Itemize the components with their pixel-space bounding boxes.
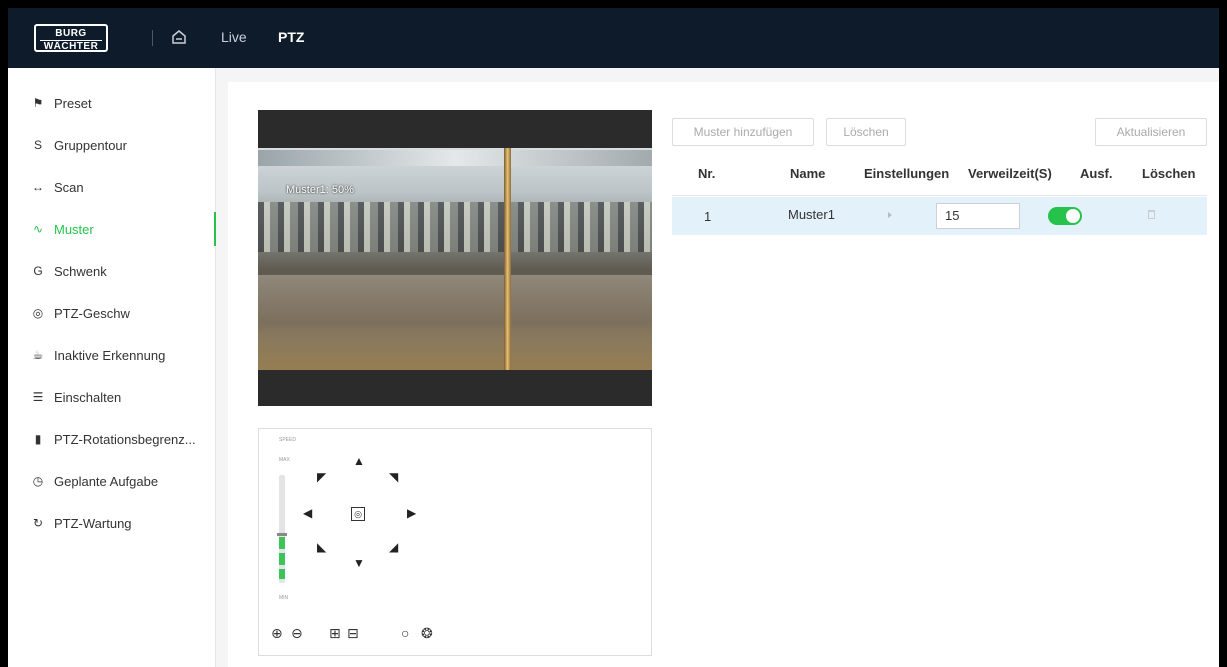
sidebar-item-label: Einschalten: [54, 389, 122, 405]
speed-fill-segment: [279, 553, 285, 565]
video-roof: [258, 150, 652, 166]
sidebar-item-label: PTZ-Wartung: [54, 515, 132, 531]
nav-ptz[interactable]: PTZ: [278, 29, 304, 45]
focus-near-icon[interactable]: ⊞: [329, 625, 341, 642]
zoom-out-icon[interactable]: ⊖: [291, 625, 303, 642]
sidebar-item-label: Scan: [54, 179, 84, 195]
arrow-up-icon[interactable]: ▲: [353, 455, 365, 467]
delete-row-icon[interactable]: [1148, 210, 1155, 219]
sidebar-item-scan[interactable]: ↔ Scan: [8, 166, 216, 208]
delete-button[interactable]: Löschen: [826, 118, 906, 146]
dwell-time-input[interactable]: 15: [936, 203, 1020, 229]
arrow-down-left-icon[interactable]: ◣: [317, 541, 326, 553]
sidebar-item-muster[interactable]: ∿ Muster: [8, 208, 216, 250]
rotation-limit-icon: ▮: [34, 432, 42, 446]
column-delete: Löschen: [1142, 166, 1196, 181]
zoom-in-icon[interactable]: ⊕: [271, 625, 283, 642]
column-settings: Einstellungen: [864, 166, 950, 181]
speed-fill-segment: [279, 537, 285, 549]
sidebar-item-ptz-rotationsbegrenzung[interactable]: ▮ PTZ-Rotationsbegrenz...: [8, 418, 216, 460]
zoom-area-icon[interactable]: ◎: [351, 507, 365, 521]
arrow-down-icon[interactable]: ▼: [353, 557, 365, 569]
speed-icon: ◎: [32, 306, 44, 320]
column-dwell-time: Verweilzeit(S): [968, 166, 1052, 181]
sidebar-item-einschalten[interactable]: ☰ Einschalten: [8, 376, 216, 418]
preset-icon: ⚑: [32, 96, 44, 110]
top-bar: BURG WÄCHTER Live PTZ: [8, 8, 1219, 68]
main-content: Muster1: 50% SPEED MAX MIN ▲ ◤ ◥ ◀ ◎ ▶ ◣…: [228, 82, 1219, 667]
iris-close-icon[interactable]: ❂: [421, 625, 433, 642]
column-name: Name: [790, 166, 826, 181]
group-tour-icon: S: [33, 138, 42, 152]
sidebar-item-inaktive-erkennung[interactable]: ☕ Inaktive Erkennung: [8, 334, 216, 376]
row-nr: 1: [704, 209, 712, 224]
sidebar: ⚑ Preset S Gruppentour ↔ Scan ∿ Muster G…: [8, 68, 216, 667]
logo-text-top: BURG: [55, 28, 87, 39]
sidebar-item-label: Inaktive Erkennung: [54, 347, 166, 363]
column-nr: Nr.: [698, 166, 716, 181]
add-pattern-button[interactable]: Muster hinzufügen: [672, 118, 814, 146]
sidebar-item-geplante-aufgabe[interactable]: ◷ Geplante Aufgabe: [8, 460, 216, 502]
ptz-control-panel: SPEED MAX MIN ▲ ◤ ◥ ◀ ◎ ▶ ◣ ◢ ▼ ⊕ ⊖ ⊞ ⊟ …: [258, 428, 652, 656]
sidebar-item-label: Geplante Aufgabe: [54, 473, 159, 489]
sidebar-item-label: Gruppentour: [54, 137, 127, 153]
arrow-left-icon[interactable]: ◀: [303, 507, 312, 519]
idle-icon: ☕: [32, 348, 44, 362]
video-building: [258, 202, 652, 252]
video-pole: [504, 148, 511, 370]
arrow-up-right-icon[interactable]: ◥: [389, 471, 398, 483]
refresh-button[interactable]: Aktualisieren: [1095, 118, 1207, 146]
sidebar-item-schwenk[interactable]: G Schwenk: [8, 250, 216, 292]
sidebar-item-ptz-wartung[interactable]: ↻ PTZ-Wartung: [8, 502, 216, 544]
sidebar-item-label: PTZ-Rotationsbegrenz...: [54, 431, 196, 447]
arrow-right-icon[interactable]: ▶: [407, 507, 416, 519]
sidebar-item-label: Schwenk: [54, 263, 107, 279]
app-frame: BURG WÄCHTER Live PTZ ⚑ Preset S Gruppen…: [8, 8, 1219, 667]
sidebar-item-label: Preset: [54, 95, 92, 111]
home-icon[interactable]: [170, 28, 188, 46]
pattern-icon: ∿: [32, 222, 44, 236]
speed-max-label: MAX: [279, 457, 290, 463]
table-header: Nr. Name Einstellungen Verweilzeit(S) Au…: [672, 152, 1207, 196]
nav-live[interactable]: Live: [221, 29, 247, 45]
speed-label: SPEED: [279, 437, 296, 443]
sidebar-item-ptz-geschw[interactable]: ◎ PTZ-Geschw: [8, 292, 216, 334]
power-on-icon: ☰: [32, 390, 44, 404]
row-name: Muster1: [788, 207, 835, 222]
run-toggle[interactable]: [1048, 207, 1082, 225]
live-video[interactable]: Muster1: 50%: [258, 110, 652, 406]
arrow-up-left-icon[interactable]: ◤: [317, 471, 326, 483]
scan-icon: ↔: [32, 180, 44, 194]
pan-icon: G: [33, 264, 43, 278]
table-row[interactable]: 1 Muster1 15: [672, 197, 1207, 235]
brand-logo: BURG WÄCHTER: [34, 24, 108, 52]
sidebar-item-gruppentour[interactable]: S Gruppentour: [8, 124, 216, 166]
column-run: Ausf.: [1080, 166, 1113, 181]
sidebar-item-label: PTZ-Geschw: [54, 305, 130, 321]
speed-slider[interactable]: [279, 475, 285, 583]
sidebar-item-preset[interactable]: ⚑ Preset: [8, 82, 216, 124]
speed-slider-handle[interactable]: [277, 533, 287, 536]
speed-fill-segment: [279, 569, 285, 579]
sidebar-item-label: Muster: [54, 221, 94, 237]
arrow-down-right-icon[interactable]: ◢: [389, 541, 398, 553]
video-ground: [258, 275, 652, 370]
play-icon[interactable]: [888, 212, 892, 218]
divider: [152, 30, 153, 46]
speed-min-label: MIN: [279, 595, 289, 601]
schedule-icon: ◷: [32, 474, 44, 488]
iris-open-icon[interactable]: ○: [401, 625, 409, 641]
logo-text-bottom: WÄCHTER: [40, 40, 102, 52]
maintenance-icon: ↻: [32, 516, 44, 530]
video-osd-text: Muster1: 50%: [286, 184, 354, 196]
focus-far-icon[interactable]: ⊟: [347, 625, 359, 642]
